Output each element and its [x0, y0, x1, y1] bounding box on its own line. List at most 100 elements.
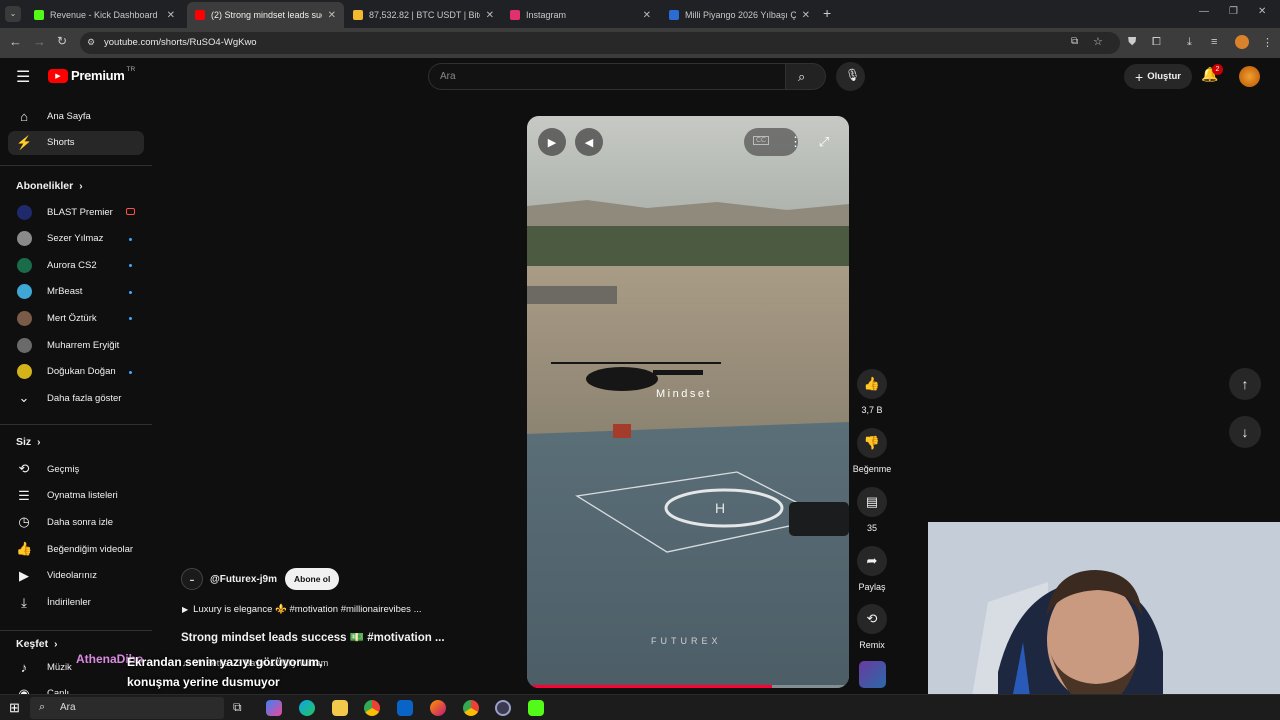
sidebar-item-label: Oynatma listeleri [47, 490, 118, 502]
mute-button[interactable]: ◀ [575, 128, 603, 156]
chrome-icon[interactable] [364, 700, 380, 716]
sidebar-item[interactable]: Doğukan Doğan [8, 360, 144, 384]
forward-icon[interactable]: → [33, 34, 46, 49]
tab-close-icon[interactable]: ✕ [802, 10, 810, 21]
browser-tab[interactable]: Instagram ✕ [502, 2, 659, 28]
remix-action[interactable]: ⟲ Remix [852, 604, 892, 650]
close-window-icon[interactable]: ✕ [1258, 6, 1266, 17]
tab-close-icon[interactable]: ✕ [167, 10, 175, 21]
captions-icon[interactable]: CC [753, 136, 770, 145]
tab-search-button[interactable]: ⌄ [5, 6, 21, 22]
minimize-icon[interactable]: — [1199, 6, 1209, 17]
progress-track[interactable] [527, 685, 849, 688]
share-action[interactable]: ➦ Paylaş [852, 546, 892, 592]
tab-close-icon[interactable]: ✕ [643, 10, 651, 21]
install-app-icon[interactable]: ⧉ [1071, 36, 1078, 47]
file-explorer-icon[interactable] [332, 700, 348, 716]
video-description[interactable]: ▶ Luxury is elegance ⚜️ #motivation #mill… [182, 604, 421, 615]
next-short-button[interactable]: ↓ [1229, 416, 1261, 448]
chrome-active-icon[interactable] [463, 700, 479, 716]
share-label: Paylaş [858, 582, 886, 592]
media-control-icon[interactable]: ≡ [1211, 36, 1217, 48]
search-input[interactable]: Ara [428, 63, 786, 90]
sidebar-item[interactable]: ⌄ Daha fazla göster [8, 386, 144, 410]
comments-count: 35 [866, 523, 877, 533]
hamburger-menu-icon[interactable]: ☰ [16, 67, 30, 87]
account-avatar[interactable] [1239, 66, 1260, 87]
sidebar-item[interactable]: BLAST Premier [8, 200, 144, 224]
outlook-icon[interactable] [397, 700, 413, 716]
tab-close-icon[interactable]: ✕ [486, 10, 494, 21]
browser-tab[interactable]: 87,532.82 | BTC USDT | Bitcoin t ✕ [345, 2, 502, 28]
fullscreen-button[interactable]: ⤢ [810, 128, 838, 156]
extensions-icon[interactable]: ⧠ [1152, 36, 1161, 49]
subscribe-button[interactable]: Abone ol [284, 568, 340, 590]
tab-favicon-icon [510, 10, 520, 20]
copilot-icon[interactable] [266, 700, 282, 716]
taskbar-search-input[interactable]: ⌕ Ara [30, 697, 224, 719]
notifications-button[interactable]: 🔔 2 [1201, 64, 1223, 86]
browser-tab[interactable]: Revenue - Kick Dashboard ✕ [26, 2, 183, 28]
address-bar[interactable]: ⚙ youtube.com/shorts/RuSO4-WgKwo ⧉ ☆ [80, 32, 1120, 54]
like-action[interactable]: 👍 3,7 B [852, 369, 892, 415]
task-view-icon[interactable]: ⧉ [233, 700, 242, 715]
back-icon[interactable]: ← [9, 34, 22, 49]
sidebar-item[interactable]: ⤓ İndirilenler [8, 591, 144, 615]
kick-app-icon[interactable] [528, 700, 544, 716]
edge-icon[interactable] [299, 700, 315, 716]
sidebar-item[interactable]: ⟲ Geçmiş [8, 457, 144, 481]
subscriptions-heading[interactable]: Abonelikler › [16, 180, 83, 192]
site-info-icon[interactable]: ⚙ [87, 37, 95, 48]
channel-handle[interactable]: @Futurex-j9m [210, 574, 277, 585]
new-tab-button[interactable]: + [823, 5, 831, 21]
comments-action[interactable]: ▤ 35 [852, 487, 892, 533]
maximize-icon[interactable]: ❐ [1229, 6, 1238, 17]
reload-icon[interactable]: ↻ [57, 34, 67, 48]
sidebar-item[interactable]: Aurora CS2 [8, 253, 144, 277]
tab-close-icon[interactable]: ✕ [328, 10, 336, 21]
more-options-icon[interactable]: ⋮ [789, 134, 802, 150]
youtube-premium-logo[interactable]: ▶ Premium TR [48, 66, 135, 83]
sidebar-item[interactable]: ▶ Videolarınız [8, 564, 144, 588]
sidebar-item[interactable]: Muharrem Eryiğit [8, 333, 144, 357]
browser-tab[interactable]: Milli Piyango 2026 Yılbaşı Çekil ✕ [661, 2, 818, 28]
play-button[interactable]: ▶ [538, 128, 566, 156]
url-text[interactable]: youtube.com/shorts/RuSO4-WgKwo [104, 37, 257, 48]
sidebar-item[interactable]: 👍 Beğendiğim videolar [8, 537, 144, 561]
shorts-video-player[interactable]: H Mindset FUTUREX ▶ ◀ CC ⋮ ⤢ [527, 116, 849, 688]
sidebar-item[interactable]: Sezer Yılmaz [8, 227, 144, 251]
obs-icon[interactable] [495, 700, 511, 716]
sidebar-item-label: Shorts [47, 137, 75, 148]
shield-extension-icon[interactable]: ⛊ [1128, 36, 1136, 49]
dislike-action[interactable]: 👎 Beğenme [852, 428, 892, 474]
you-heading[interactable]: Siz › [16, 436, 41, 448]
profile-avatar[interactable] [1235, 35, 1249, 49]
channel-avatar[interactable]: ▬ [181, 568, 203, 590]
firefox-icon[interactable] [430, 700, 446, 716]
browser-menu-icon[interactable]: ⋮ [1262, 36, 1273, 49]
explore-heading[interactable]: Keşfet › [16, 638, 57, 650]
chevron-right-icon: › [54, 639, 58, 650]
new-content-dot [129, 317, 132, 321]
sound-thumbnail[interactable] [859, 661, 886, 688]
sidebar-item[interactable]: ◷ Daha sonra izle [8, 510, 144, 534]
browser-tab[interactable]: (2) Strong mindset leads succes ✕ [187, 2, 344, 28]
video-title[interactable]: Strong mindset leads success 💵 #motivati… [181, 630, 445, 644]
sidebar-item[interactable]: ⚡ Shorts [8, 130, 144, 155]
new-content-dot [129, 237, 132, 241]
voice-search-button[interactable]: 🎙 [836, 62, 865, 91]
create-button[interactable]: + Oluştur [1124, 64, 1192, 89]
suv [789, 502, 849, 536]
windows-start-icon[interactable]: ⊞ [9, 700, 20, 716]
downloads-toolbar-icon[interactable]: ⤓ [1187, 36, 1192, 49]
sidebar-item[interactable]: ⌂ Ana Sayfa [8, 104, 144, 128]
microphone-icon: 🎙 [845, 68, 861, 82]
chevron-down-icon: ⌄ [18, 390, 30, 405]
bookmark-star-icon[interactable]: ☆ [1093, 35, 1103, 48]
search-button[interactable]: ⌕ [786, 63, 826, 90]
browser-toolbar: ← → ↻ ⚙ youtube.com/shorts/RuSO4-WgKwo ⧉… [0, 28, 1280, 58]
sidebar-item[interactable]: Mert Öztürk [8, 306, 144, 330]
previous-short-button[interactable]: ↑ [1229, 368, 1261, 400]
sidebar-item[interactable]: MrBeast [8, 280, 144, 304]
sidebar-item[interactable]: ☰ Oynatma listeleri [8, 484, 144, 508]
